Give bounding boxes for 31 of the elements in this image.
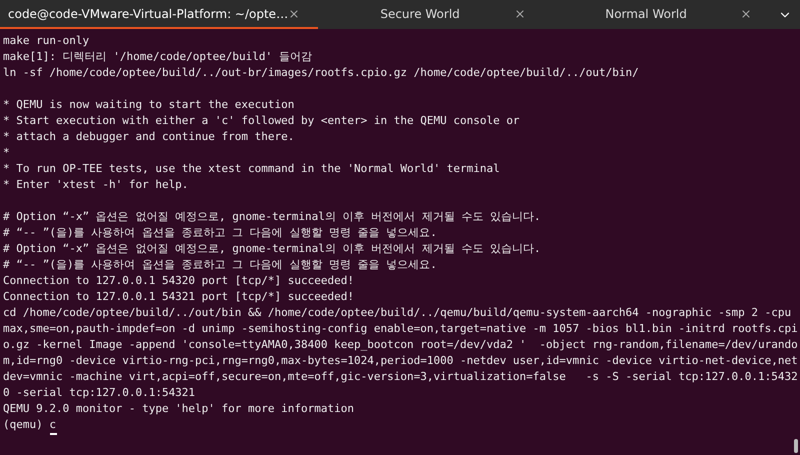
terminal-line: max,sme=on,pauth-impdef=on -d unimp -semihosting-config enable=on,target=native -m 1057 -bios bl1.bin -initrd rootfs.cpi	[3, 321, 798, 337]
terminal-line: * To run OP-TEE tests, use the xtest command in the 'Normal World' terminal	[3, 161, 501, 177]
terminal-line: ln -sf /home/code/optee/build/../out-br/images/rootfs.cpio.gz /home/code/optee/build/../out/bin/	[3, 65, 640, 81]
close-icon[interactable]	[740, 8, 752, 20]
terminal-line: o.gz -kernel Image -append 'console=ttyAMA0,38400 keep_bootcon root=/dev/vda2 ' -object rng-random,filename=/dev/urando	[3, 337, 798, 353]
terminal-tab[interactable]: Secure World	[318, 0, 544, 29]
terminal-line: * QEMU is now waiting to start the execution	[3, 97, 296, 113]
cursor	[50, 433, 57, 435]
terminal-line: dev=vmnic -machine virt,acpi=off,secure=on,mte=off,gic-version=3,virtualization=false -s -S -serial tcp:127.0.0.1:5432	[3, 369, 798, 385]
terminal-line: make[1]: 디렉터리 '/home/code/optee/build' 들어감	[3, 49, 313, 65]
terminal-line: * Start execution with either a 'c' followed by <enter> in the QEMU console or	[3, 113, 521, 129]
scrollbar-thumb[interactable]	[794, 439, 798, 453]
terminal-line: * Enter 'xtest -h' for help.	[3, 177, 190, 193]
terminal-prompt: (qemu) c	[3, 417, 56, 432]
terminal-line: * attach a debugger and continue from there.	[3, 129, 296, 145]
terminal-tab[interactable]: code@code-VMware-Virtual-Platform: ~/opte…	[0, 0, 318, 29]
terminal-line: Connection to 127.0.0.1 54321 port [tcp/*] succeeded!	[3, 289, 355, 305]
terminal-line: # “-- ”(을)를 사용하여 옵션을 종료하고 그 다음에 실행할 명령 줄을 넣으세요.	[3, 257, 438, 273]
terminal-line: cd /home/code/optee/build/../out/bin && /home/code/optee/build/../qemu/build/qemu-system-aarch64 -nographic -smp 2 -cpu	[3, 305, 792, 321]
terminal-line: *	[3, 145, 11, 161]
terminal-line: QEMU 9.2.0 monitor - type 'help' for more information	[3, 401, 355, 417]
terminal-line: Connection to 127.0.0.1 54320 port [tcp/*] succeeded!	[3, 273, 355, 289]
terminal-line: # “-- ”(을)를 사용하여 옵션을 종료하고 그 다음에 실행할 명령 줄을 넣으세요.	[3, 225, 438, 241]
terminal-line: make run-only	[3, 33, 90, 49]
terminal-line: 0 -serial tcp:127.0.0.1:54321	[3, 385, 196, 401]
close-icon[interactable]	[514, 8, 526, 20]
close-icon[interactable]	[288, 8, 300, 20]
terminal-line: m,id=rng0 -device virtio-rng-pci,rng=rng0,max-bytes=1024,period=1000 -netdev user,id=vmnic -device virtio-net-device,net	[3, 353, 798, 369]
terminal-tab[interactable]: Normal World	[544, 0, 770, 29]
terminal-line: # Option “-x” 옵션은 없어질 예정으로, gnome-terminal의 이후 버전에서 제거될 수도 있습니다.	[3, 209, 542, 225]
terminal-line: # Option “-x” 옵션은 없어질 예정으로, gnome-terminal의 이후 버전에서 제거될 수도 있습니다.	[3, 241, 542, 257]
